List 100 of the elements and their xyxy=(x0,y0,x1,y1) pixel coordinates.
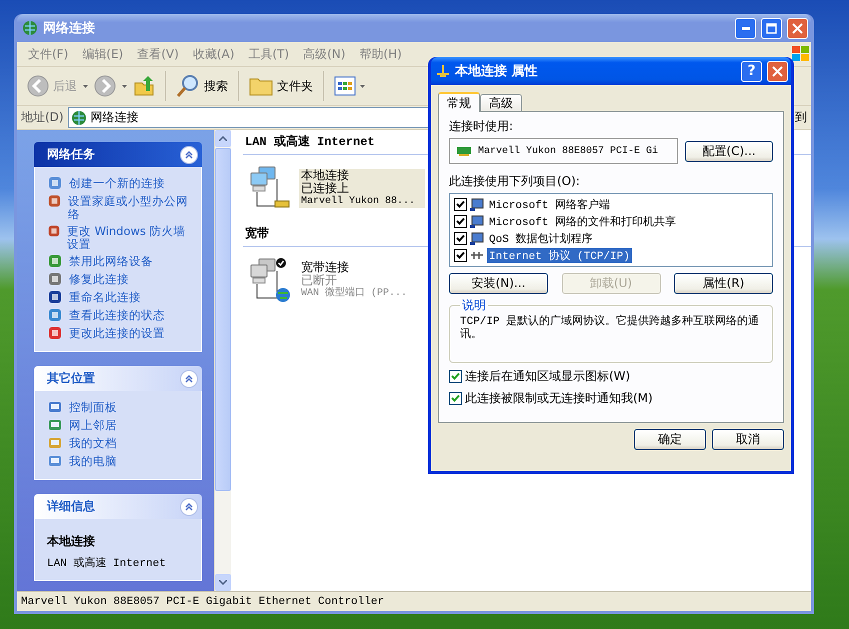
connection-item[interactable]: 宽带连接 已断开 WAN 微型端口 (PP... xyxy=(247,257,425,303)
connection-name: 宽带连接 xyxy=(301,260,349,274)
minimize-icon xyxy=(742,26,750,30)
task-icon xyxy=(47,223,61,239)
network-globe-icon xyxy=(70,110,87,126)
computer-icon xyxy=(470,198,484,212)
tab[interactable]: 高级 xyxy=(480,94,522,111)
maximize-button[interactable] xyxy=(761,18,782,38)
group-title: 说明 xyxy=(461,297,487,314)
task-icon xyxy=(47,253,63,269)
caret-icon xyxy=(360,84,365,88)
close-icon xyxy=(792,22,803,34)
panel-title: 详细信息 xyxy=(47,498,95,515)
task-icon xyxy=(47,307,63,323)
checkbox[interactable] xyxy=(449,392,462,405)
minimize-button[interactable] xyxy=(735,18,756,38)
collapse-button[interactable] xyxy=(180,146,198,164)
folder-icon xyxy=(249,76,273,96)
collapse-button[interactable] xyxy=(180,498,198,516)
collapse-button[interactable] xyxy=(180,370,198,388)
panel-title: 其它位置 xyxy=(47,370,95,387)
scrollbar[interactable] xyxy=(214,130,231,591)
task-icon xyxy=(47,271,63,287)
component-label[interactable]: Internet 协议 (TCP/IP) xyxy=(487,248,632,263)
back-button[interactable]: 后退 xyxy=(23,73,81,99)
checkbox[interactable] xyxy=(454,215,467,228)
close-button[interactable] xyxy=(767,60,788,82)
component-label[interactable]: Microsoft 网络客户端 xyxy=(487,197,612,212)
task-icon xyxy=(47,193,62,209)
task-icon xyxy=(47,325,63,341)
component-button[interactable]: 属性(R) xyxy=(674,273,773,294)
task-link[interactable]: 更改此连接的设置 xyxy=(69,325,165,340)
caret-icon xyxy=(83,84,88,88)
checkbox[interactable] xyxy=(449,370,462,383)
help-button[interactable]: ? xyxy=(741,60,762,82)
task-link[interactable]: 控制面板 xyxy=(69,399,117,414)
window-title: 网络连接 xyxy=(43,20,96,37)
component-button[interactable]: 安装(N)... xyxy=(449,273,548,294)
connection-device: WAN 微型端口 (PP... xyxy=(301,286,408,300)
status-bar: Marvell Yukon 88E8057 PCI-E Gigabit Ethernet Controller xyxy=(17,591,811,611)
task-icon xyxy=(47,289,63,305)
menu-item[interactable]: 编辑(E) xyxy=(75,46,130,62)
task-link[interactable]: 创建一个新的连接 xyxy=(69,175,165,190)
network-globe-icon xyxy=(22,20,38,36)
scroll-up-button[interactable] xyxy=(215,130,231,147)
dialog-button[interactable]: 取消 xyxy=(712,429,784,450)
panel-header[interactable]: 其它位置 xyxy=(34,366,202,391)
maximize-icon xyxy=(766,22,777,34)
menu-item[interactable]: 高级(N) xyxy=(296,46,352,62)
task-link[interactable]: 更改 Windows 防火墙设置 xyxy=(66,223,191,251)
grid-view-icon xyxy=(334,76,356,96)
place-icon xyxy=(47,453,63,469)
folders-button[interactable]: 文件夹 xyxy=(245,74,317,98)
chevron-up-icon xyxy=(185,374,193,382)
network-card-icon xyxy=(456,145,472,157)
close-icon xyxy=(772,66,783,76)
network-connection-icon xyxy=(436,64,450,78)
task-link[interactable]: 重命名此连接 xyxy=(69,289,141,304)
close-button[interactable] xyxy=(787,18,808,38)
caret-icon xyxy=(122,84,127,88)
task-link[interactable]: 修复此连接 xyxy=(69,271,129,286)
checkbox-label: 连接后在通知区域显示图标(W) xyxy=(465,368,630,385)
chevron-up-icon xyxy=(185,502,193,510)
panel-header[interactable]: 网络任务 xyxy=(34,142,202,167)
menu-item[interactable]: 文件(F) xyxy=(21,46,76,62)
place-icon xyxy=(47,399,63,415)
scroll-down-button[interactable] xyxy=(215,574,231,591)
panel-title: 网络任务 xyxy=(47,146,95,163)
task-link[interactable]: 禁用此网络设备 xyxy=(69,253,153,268)
dialog-button[interactable]: 确定 xyxy=(634,429,706,450)
folder-up-icon xyxy=(133,75,155,97)
chevron-down-icon xyxy=(219,580,227,585)
panel-header[interactable]: 详细信息 xyxy=(34,494,202,519)
task-link[interactable]: 设置家庭或小型办公网络 xyxy=(68,193,191,221)
component-label[interactable]: QoS 数据包计划程序 xyxy=(487,231,594,246)
menu-item[interactable]: 查看(V) xyxy=(130,46,186,62)
search-button[interactable]: 搜索 xyxy=(172,72,232,100)
task-link[interactable]: 查看此连接的状态 xyxy=(69,307,165,322)
configure-button[interactable]: 配置(C)... xyxy=(685,140,773,162)
task-link[interactable]: 我的电脑 xyxy=(69,453,117,468)
task-link[interactable]: 我的文档 xyxy=(69,435,117,450)
checkbox[interactable] xyxy=(454,249,467,262)
tab[interactable]: 常规 xyxy=(438,92,480,112)
place-icon xyxy=(47,435,63,451)
menu-item[interactable]: 帮助(H) xyxy=(352,46,409,62)
windows-logo-icon xyxy=(791,45,811,63)
address-label: 地址(D) xyxy=(21,109,64,126)
connection-name: 本地连接 xyxy=(301,168,349,182)
checkbox[interactable] xyxy=(454,232,467,245)
detail-name: 本地连接 xyxy=(47,533,96,550)
description-text: TCP/IP 是默认的广域网协议。它提供跨越多种互联网络的通讯。 xyxy=(460,316,760,342)
task-link[interactable]: 网上邻居 xyxy=(69,417,117,432)
task-icon xyxy=(47,175,63,191)
checkbox[interactable] xyxy=(454,198,467,211)
menu-item[interactable]: 工具(T) xyxy=(241,46,296,62)
scroll-thumb[interactable] xyxy=(215,148,231,492)
dialog-title: 本地连接 属性 xyxy=(455,62,539,80)
go-button[interactable]: 到 xyxy=(791,109,811,126)
menu-item[interactable]: 收藏(A) xyxy=(186,46,242,62)
detail-text: LAN 或高速 Internet xyxy=(47,556,167,570)
